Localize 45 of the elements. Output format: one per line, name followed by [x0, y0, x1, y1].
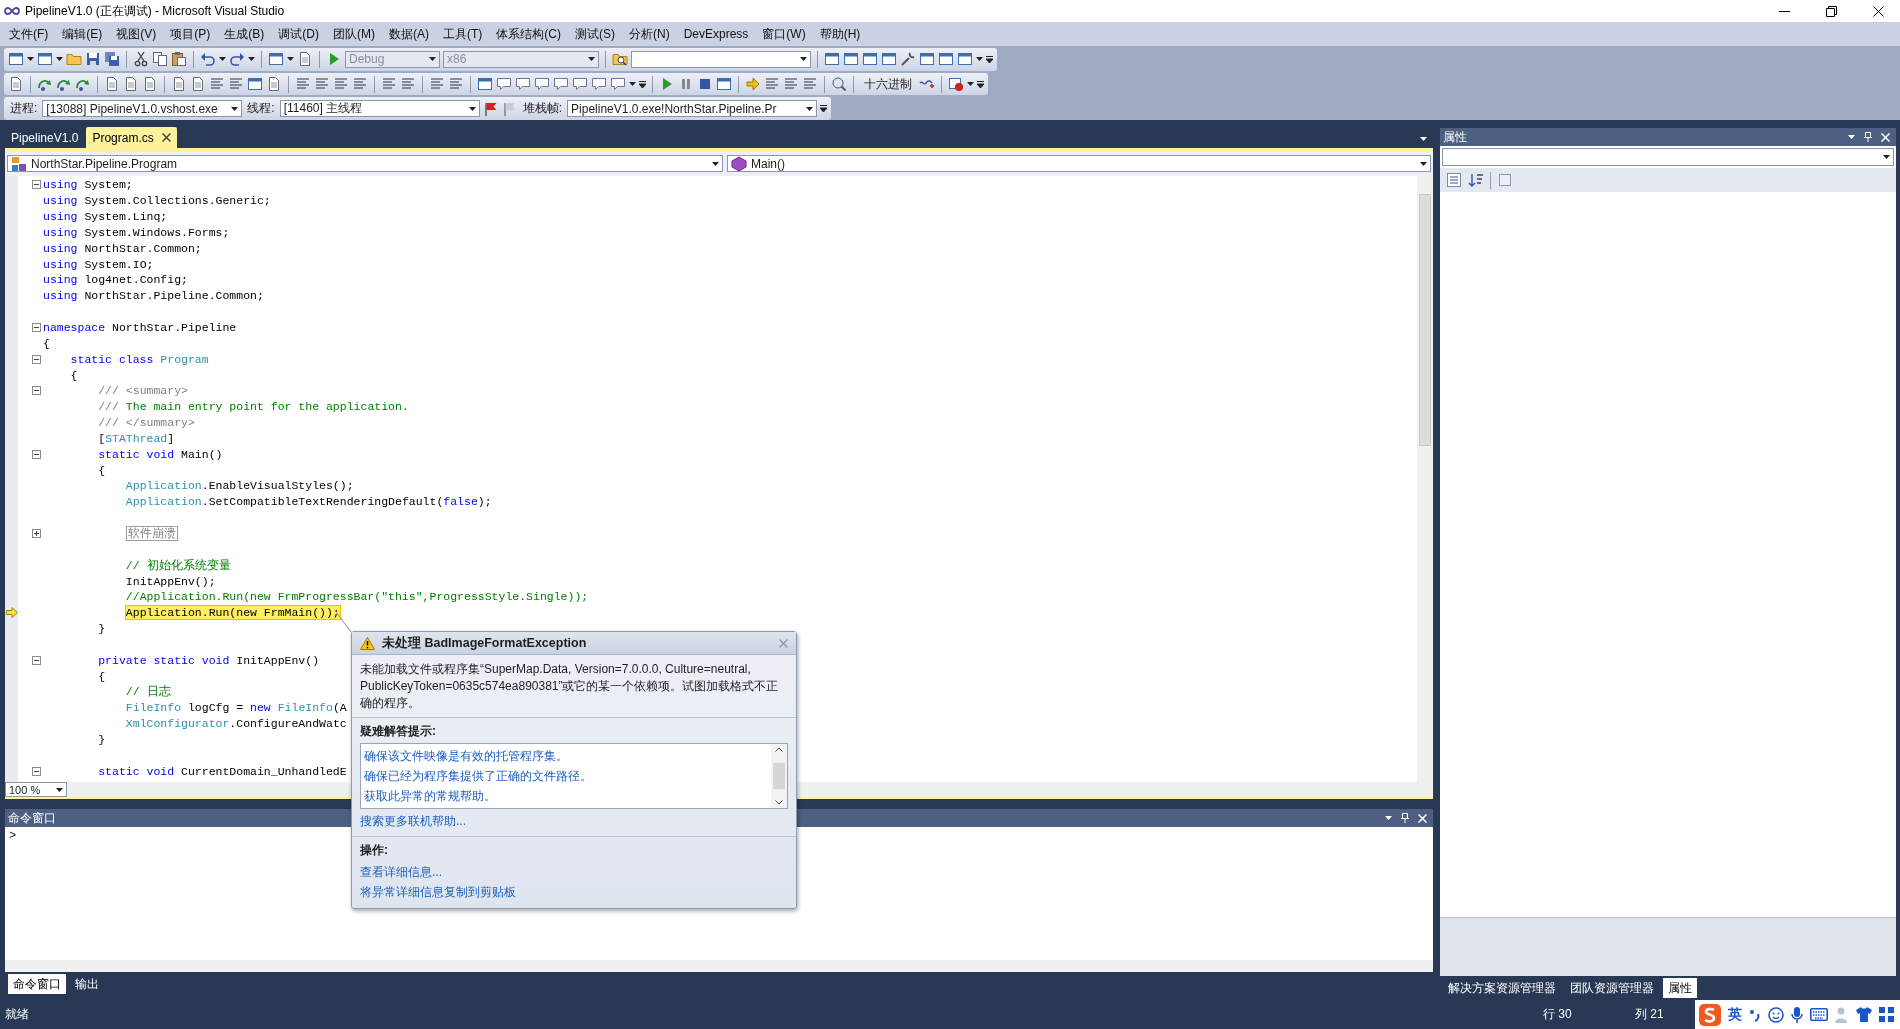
- code-line: private static void InitAppEnv(): [97, 652, 320, 668]
- code-line: using System.Windows.Forms;: [43, 224, 230, 240]
- code-line: XmlConfigurator.ConfigureAndWatc: [124, 716, 347, 732]
- thread-label: 线程:: [247, 100, 275, 118]
- section-heading: 疑难解答提示:: [359, 723, 437, 740]
- section-heading: 操作:: [359, 842, 389, 859]
- code-line: Application.SetCompatibleTextRenderingDefault(false);: [124, 494, 492, 510]
- code-line: static class Program: [69, 351, 209, 367]
- code-line: using System.Linq;: [43, 209, 168, 225]
- code-line: /// </summary>: [97, 415, 195, 431]
- code-line: {: [43, 335, 50, 351]
- panel-title: 命令窗口: [8, 809, 56, 827]
- code-line: static void Main(): [97, 446, 223, 462]
- code-line: {: [97, 668, 106, 684]
- code-line: using NorthStar.Pipeline.Common;: [43, 288, 264, 304]
- code-line: [STAThread]: [97, 430, 175, 446]
- window-title: PipelineV1.0 (正在调试) - Microsoft Visual Studio: [25, 2, 285, 20]
- code-line: // 日志: [124, 684, 171, 700]
- code-line: // 初始化系统变量: [124, 557, 231, 573]
- code-line: using NorthStar.Common;: [43, 240, 202, 256]
- code-line: }: [97, 731, 106, 747]
- column-number: 列 21: [1635, 1006, 1665, 1023]
- code-line: using log4net.Config;: [43, 272, 188, 288]
- code-line: using System;: [43, 177, 133, 193]
- code-line: namespace NorthStar.Pipeline: [43, 320, 237, 335]
- code-line: /// <summary>: [97, 383, 188, 399]
- popup-title: 未处理 BadImageFormatException: [382, 634, 587, 652]
- code-line: using System.IO;: [43, 256, 154, 272]
- panel-title: 属性: [1443, 128, 1467, 146]
- code-line: /// The main entry point for the application.: [97, 399, 409, 415]
- code-line: }: [97, 621, 106, 637]
- code-line: Application.EnableVisualStyles();: [124, 478, 354, 494]
- code-line: //Application.Run(new FrmProgressBar("this",ProgressStyle.Single));: [124, 589, 589, 605]
- code-line: InitAppEnv();: [124, 573, 216, 589]
- status-text: 就绪: [5, 1006, 30, 1023]
- code-line: FileInfo logCfg = new FileInfo(A: [124, 700, 347, 716]
- code-line: {: [69, 367, 78, 383]
- command-prompt: >: [9, 829, 17, 843]
- process-label: 进程:: [10, 100, 38, 118]
- code-line: using System.Collections.Generic;: [43, 193, 271, 209]
- stack-frame-label: 堆栈帧:: [522, 100, 563, 118]
- code-line: {: [97, 462, 106, 478]
- error-message: 未能加载文件或程序集“SuperMap.Data, Version=7.0.0.0, Culture=neutral, PublicKeyToken=0635c574ea890381”或它的某一个依赖项。试图加载格式不正确的程序。: [352, 655, 796, 718]
- code-line: static void CurrentDomain_UnhandledE: [97, 763, 347, 779]
- line-number: 行 30: [1543, 1006, 1573, 1023]
